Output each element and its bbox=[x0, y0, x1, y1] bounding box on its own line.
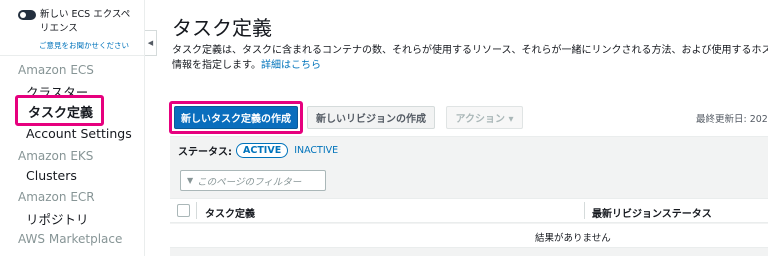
nav-section-amazon-ecs: Amazon ECS bbox=[18, 63, 94, 77]
column-separator bbox=[584, 202, 585, 219]
column-header-task-definition[interactable]: タスク定義 bbox=[205, 205, 255, 220]
column-separator bbox=[196, 202, 197, 219]
page-description: タスク定義は、タスクに含まれるコンテナの数、それらが使用するリソース、それらが一… bbox=[172, 45, 768, 71]
empty-message: 結果がありません bbox=[535, 233, 611, 244]
filter-input[interactable]: ▼ このページのフィルター bbox=[180, 170, 326, 191]
status-active-pill[interactable]: ACTIVE bbox=[236, 143, 289, 158]
empty-table-row bbox=[170, 224, 768, 248]
select-all-checkbox[interactable] bbox=[177, 204, 190, 217]
create-new-revision-button[interactable]: 新しいリビジョンの作成 bbox=[307, 106, 435, 129]
status-inactive-link[interactable]: INACTIVE bbox=[294, 145, 338, 156]
sidebar-divider bbox=[0, 55, 145, 56]
sidebar-item-eks-clusters[interactable]: Clusters bbox=[26, 168, 77, 183]
filter-placeholder: このページのフィルター bbox=[197, 176, 302, 188]
feedback-link[interactable]: ご意見をお聞かせください bbox=[39, 40, 129, 51]
new-experience-toggle-row[interactable]: 新しい ECS エクスペ リエンス bbox=[18, 8, 143, 36]
actions-dropdown-button[interactable]: アクション ▾ bbox=[446, 106, 523, 129]
active-item-highlight bbox=[15, 95, 104, 126]
chevron-left-icon: ◀ bbox=[147, 39, 154, 47]
sidebar: 新しい ECS エクスペ リエンス ご意見をお聞かせください Amazon EC… bbox=[0, 0, 145, 256]
create-task-definition-button[interactable]: 新しいタスク定義の作成 bbox=[174, 106, 298, 129]
collapse-sidebar-button[interactable]: ◀ bbox=[145, 30, 157, 56]
nav-section-aws-marketplace: AWS Marketplace bbox=[18, 232, 123, 246]
filter-icon: ▼ bbox=[187, 176, 194, 185]
nav-section-amazon-ecr: Amazon ECR bbox=[18, 190, 95, 204]
sidebar-item-account-settings[interactable]: Account Settings bbox=[26, 126, 132, 141]
column-header-latest-revision-status[interactable]: 最新リビジョンステータス bbox=[592, 205, 712, 220]
toggle-label: 新しい ECS エクスペ リエンス bbox=[40, 9, 131, 34]
learn-more-link[interactable]: 詳細はこちら bbox=[261, 60, 321, 71]
nav-section-amazon-eks: Amazon EKS bbox=[18, 149, 94, 163]
page-title: タスク定義 bbox=[172, 16, 272, 40]
status-filter: ステータス: ACTIVE INACTIVE bbox=[178, 143, 338, 158]
status-label: ステータス: bbox=[178, 147, 232, 158]
last-updated-text: 最終更新日: 2021 bbox=[696, 114, 768, 125]
toggle-switch-icon[interactable] bbox=[18, 10, 36, 20]
sidebar-item-repositories[interactable]: リポジトリ bbox=[26, 209, 89, 228]
